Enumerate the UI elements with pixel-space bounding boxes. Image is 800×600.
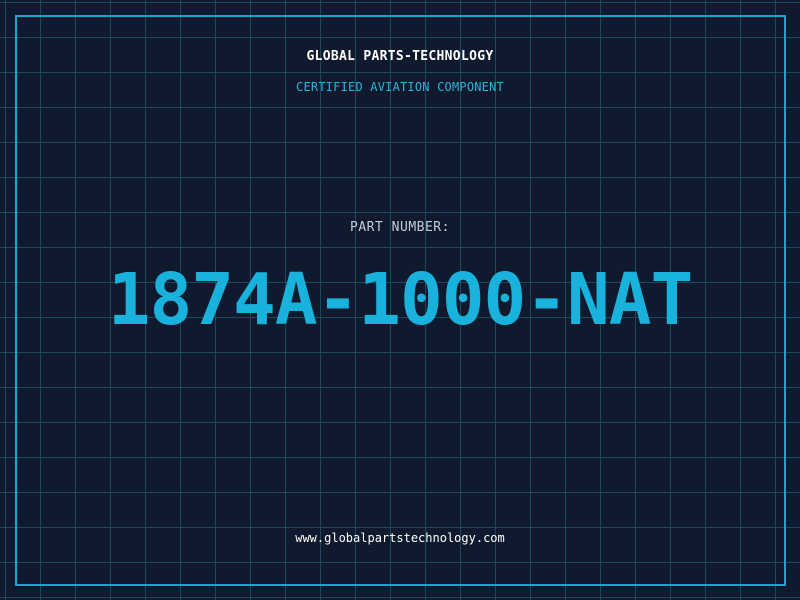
part-number-label: PART NUMBER: <box>350 220 450 235</box>
website-url: www.globalpartstechnology.com <box>295 531 505 545</box>
part-card: GLOBAL PARTS-TECHNOLOGY CERTIFIED AVIATI… <box>0 0 800 600</box>
company-name: GLOBAL PARTS-TECHNOLOGY <box>306 49 494 64</box>
part-number-value: 1874A-1000-NAT <box>107 258 693 341</box>
certification-subtitle: CERTIFIED AVIATION COMPONENT <box>296 80 504 94</box>
